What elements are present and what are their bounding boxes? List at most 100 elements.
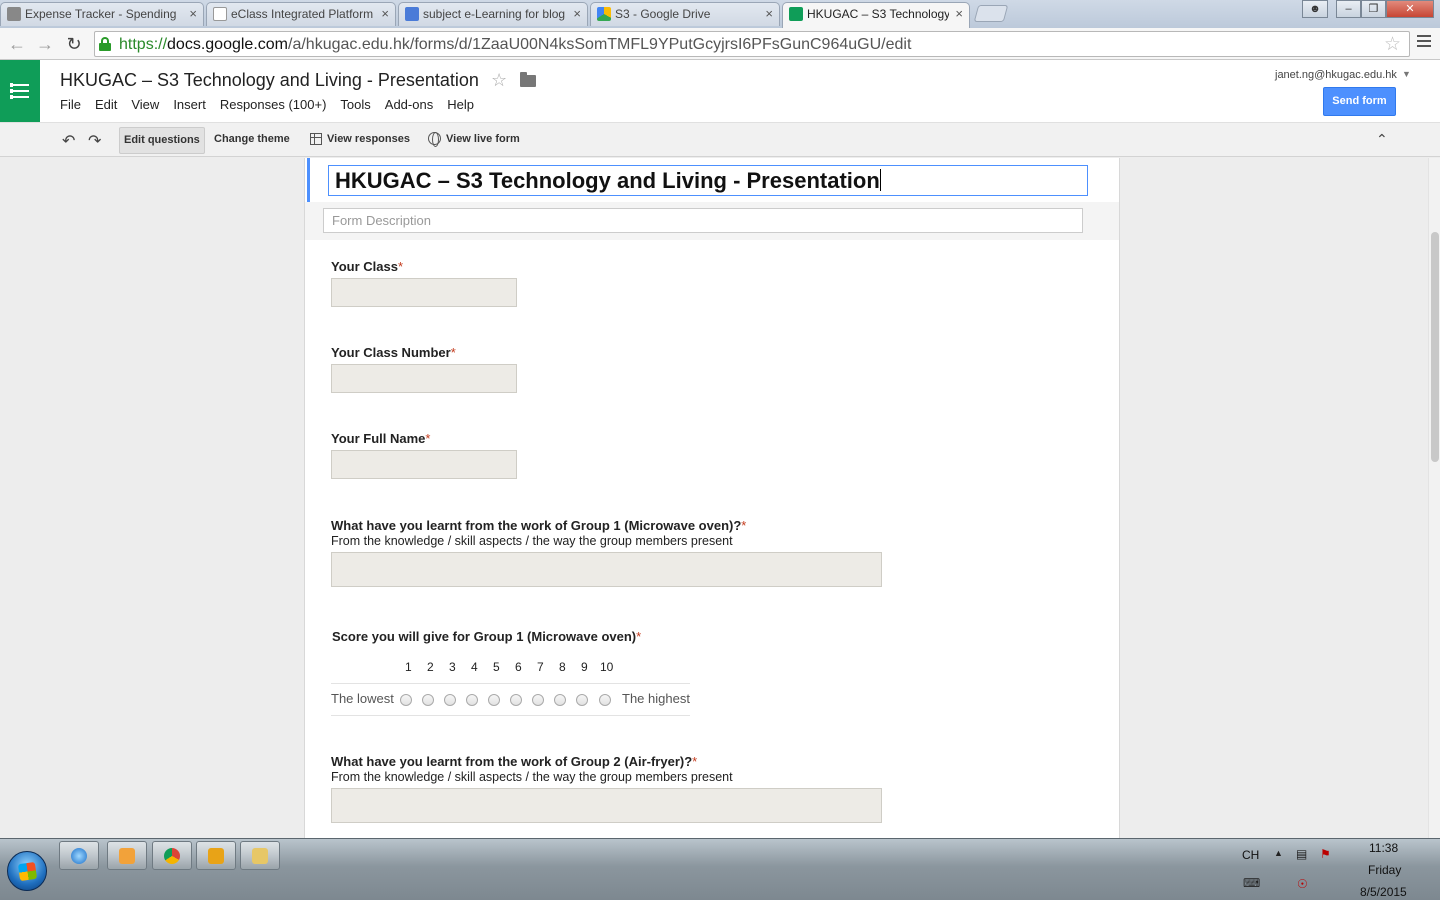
scale-number: 10 bbox=[600, 660, 614, 674]
form-description-section: Form Description bbox=[305, 202, 1119, 240]
start-button[interactable] bbox=[7, 851, 47, 891]
browser-tab-expense-tracker[interactable]: Expense Tracker - Spending × bbox=[0, 2, 204, 26]
question-your-full-name[interactable]: Your Full Name* bbox=[331, 431, 517, 479]
collapse-header-icon[interactable]: ⌃ bbox=[1376, 131, 1388, 148]
scale-radio-1[interactable] bbox=[400, 694, 412, 706]
secure-lock-icon bbox=[99, 37, 111, 51]
scale-radio-4[interactable] bbox=[466, 694, 478, 706]
scale-radio-2[interactable] bbox=[422, 694, 434, 706]
change-theme-button[interactable]: Change theme bbox=[210, 127, 294, 154]
reload-icon[interactable]: ↻ bbox=[62, 32, 86, 56]
url-text: https://docs.google.com/a/hkugac.edu.hk/… bbox=[119, 36, 912, 53]
scrollbar-thumb[interactable] bbox=[1431, 232, 1439, 462]
scale-number: 2 bbox=[427, 660, 434, 674]
clock-day[interactable]: Friday bbox=[1368, 863, 1401, 877]
menu-file[interactable]: File bbox=[60, 97, 81, 112]
network-icon[interactable]: ▤ bbox=[1296, 847, 1307, 861]
outlook-icon bbox=[208, 848, 224, 864]
edit-questions-button[interactable]: Edit questions bbox=[119, 127, 205, 154]
menu-insert[interactable]: Insert bbox=[173, 97, 206, 112]
question-group2-learnt[interactable]: What have you learnt from the work of Gr… bbox=[331, 754, 882, 823]
tab-close-icon[interactable]: × bbox=[955, 3, 963, 25]
action-center-icon[interactable]: ⚑ bbox=[1320, 847, 1331, 861]
user-profile-icon[interactable]: ☻ bbox=[1302, 0, 1328, 18]
volume-muted-icon[interactable]: ☉ bbox=[1297, 877, 1308, 891]
tab-title: subject e-Learning for blog bbox=[423, 7, 566, 21]
address-bar[interactable]: https://docs.google.com/a/hkugac.edu.hk/… bbox=[94, 31, 1410, 57]
forward-arrow-icon[interactable]: → bbox=[33, 32, 57, 56]
redo-icon[interactable]: ↷ bbox=[88, 131, 101, 151]
view-responses-button[interactable]: View responses bbox=[323, 127, 414, 154]
required-asterisk: * bbox=[450, 345, 456, 360]
browser-tab-eclass[interactable]: eClass Integrated Platform × bbox=[206, 2, 396, 26]
back-arrow-icon[interactable]: ← bbox=[5, 32, 29, 56]
short-answer-field bbox=[331, 364, 517, 393]
send-form-button[interactable]: Send form bbox=[1323, 87, 1396, 116]
taskbar-outlook[interactable] bbox=[196, 841, 236, 870]
scale-radio-5[interactable] bbox=[488, 694, 500, 706]
page-scrollbar[interactable] bbox=[1428, 158, 1440, 838]
tab-close-icon[interactable]: × bbox=[381, 3, 389, 25]
star-icon[interactable]: ☆ bbox=[491, 70, 507, 91]
tab-close-icon[interactable]: × bbox=[189, 3, 197, 25]
browser-tab-subject-elearning[interactable]: subject e-Learning for blog × bbox=[398, 2, 588, 26]
view-live-form-button[interactable]: View live form bbox=[442, 127, 524, 154]
scale-radio-3[interactable] bbox=[444, 694, 456, 706]
keyboard-icon[interactable]: ⌨ bbox=[1243, 876, 1260, 890]
clock-time[interactable]: 11:38 bbox=[1369, 841, 1398, 855]
menu-edit[interactable]: Edit bbox=[95, 97, 117, 112]
account-email[interactable]: janet.ng@hkugac.edu.hk bbox=[1275, 69, 1397, 81]
taskbar-explorer[interactable] bbox=[240, 841, 280, 870]
maximize-button[interactable]: ❐ bbox=[1361, 0, 1386, 18]
form-title-input[interactable]: HKUGAC – S3 Technology and Living - Pres… bbox=[328, 165, 1088, 196]
menu-addons[interactable]: Add-ons bbox=[385, 97, 433, 112]
folder-explorer-icon bbox=[252, 848, 268, 864]
tab-close-icon[interactable]: × bbox=[573, 3, 581, 25]
tab-title: S3 - Google Drive bbox=[615, 7, 711, 21]
required-asterisk: * bbox=[741, 518, 747, 533]
menu-tools[interactable]: Tools bbox=[340, 97, 370, 112]
windows-taskbar: CH ▲ ▤ ⚑ ⌨ ☉ 11:38 Friday 8/5/2015 bbox=[0, 838, 1440, 900]
menu-responses[interactable]: Responses (100+) bbox=[220, 97, 327, 112]
forms-home-icon[interactable] bbox=[0, 60, 40, 122]
media-player-icon bbox=[119, 848, 135, 864]
taskbar-ie[interactable] bbox=[59, 841, 99, 870]
scale-radio-7[interactable] bbox=[532, 694, 544, 706]
tab-title: Expense Tracker - Spending bbox=[25, 7, 177, 21]
scale-radio-10[interactable] bbox=[599, 694, 611, 706]
show-hidden-icons-icon[interactable]: ▲ bbox=[1274, 848, 1283, 858]
question-your-class-number[interactable]: Your Class Number* bbox=[331, 345, 517, 393]
required-asterisk: * bbox=[397, 259, 404, 274]
menu-help[interactable]: Help bbox=[447, 97, 474, 112]
scale-divider bbox=[331, 683, 690, 684]
docs-menubar: File Edit View Insert Responses (100+) T… bbox=[60, 97, 488, 112]
browser-tab-hkugac-form[interactable]: HKUGAC – S3 Technology × bbox=[782, 2, 970, 28]
form-description-input[interactable]: Form Description bbox=[323, 208, 1083, 233]
undo-icon[interactable]: ↶ bbox=[62, 131, 75, 151]
question-group1-score[interactable]: Score you will give for Group 1 (Microwa… bbox=[332, 629, 641, 644]
chrome-menu-icon[interactable] bbox=[1417, 35, 1431, 49]
menu-view[interactable]: View bbox=[131, 97, 159, 112]
required-asterisk: * bbox=[425, 431, 431, 446]
question-your-class[interactable]: Your Class* bbox=[331, 259, 517, 307]
tab-close-icon[interactable]: × bbox=[765, 3, 773, 25]
scale-radio-6[interactable] bbox=[510, 694, 522, 706]
scale-radio-8[interactable] bbox=[554, 694, 566, 706]
language-indicator[interactable]: CH bbox=[1242, 848, 1259, 862]
browser-tab-google-drive[interactable]: S3 - Google Drive × bbox=[590, 2, 780, 26]
scale-radio-9[interactable] bbox=[576, 694, 588, 706]
clock-date[interactable]: 8/5/2015 bbox=[1360, 885, 1407, 899]
short-answer-field bbox=[331, 278, 517, 307]
scale-number: 4 bbox=[471, 660, 478, 674]
minimize-button[interactable]: – bbox=[1336, 0, 1361, 18]
document-title[interactable]: HKUGAC – S3 Technology and Living - Pres… bbox=[60, 70, 479, 91]
taskbar-chrome[interactable] bbox=[152, 841, 192, 870]
bookmark-star-icon[interactable]: ☆ bbox=[1384, 33, 1401, 56]
window-close-button[interactable]: ✕ bbox=[1386, 0, 1434, 18]
question-title: Your Class* bbox=[331, 259, 404, 274]
folder-icon[interactable] bbox=[520, 72, 536, 87]
question-group1-learnt[interactable]: What have you learnt from the work of Gr… bbox=[331, 518, 882, 587]
new-tab-button[interactable] bbox=[973, 5, 1009, 22]
account-caret-icon[interactable]: ▼ bbox=[1402, 69, 1411, 79]
taskbar-media-player[interactable] bbox=[107, 841, 147, 870]
